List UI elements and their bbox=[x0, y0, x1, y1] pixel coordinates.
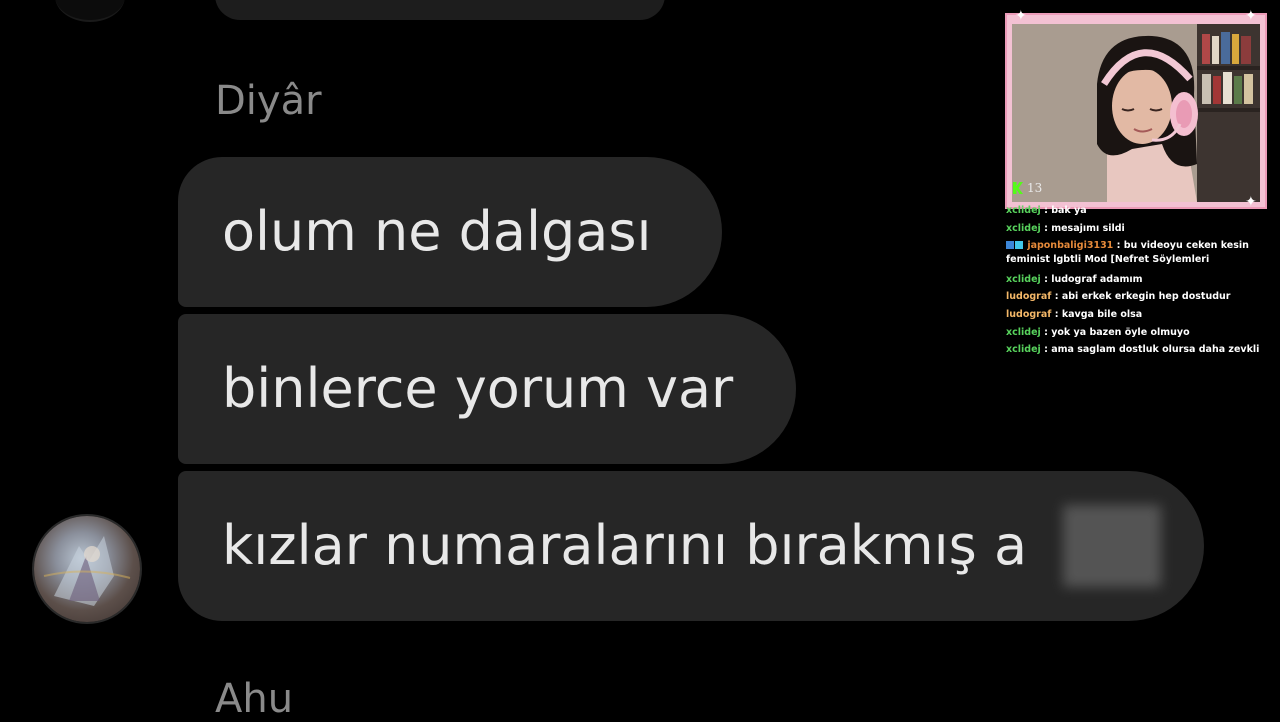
sender-name: Ahu bbox=[215, 676, 294, 722]
viewer-count-text: 13 bbox=[1027, 181, 1043, 195]
chat-message: xclidej : mesajımı sildi bbox=[1006, 223, 1125, 234]
chat-message: xclidej : ludograf adamım bbox=[1006, 274, 1143, 285]
sparkle-icon: ✦ bbox=[1245, 8, 1257, 24]
chat-text: abi erkek erkegin hep dostudur bbox=[1061, 291, 1231, 302]
badge-icon bbox=[1006, 241, 1014, 249]
badge-icon bbox=[1015, 241, 1023, 249]
message-text: olum ne dalgası bbox=[222, 200, 652, 263]
chat-text: ludograf adamım bbox=[1051, 274, 1143, 285]
stream-screen: Diyâr olum ne dalgası binlerce yorum var… bbox=[0, 0, 1280, 722]
chat-username[interactable]: xclidej bbox=[1006, 344, 1041, 355]
chat-text: yok ya bazen öyle olmuyo bbox=[1051, 327, 1190, 338]
previous-avatar bbox=[55, 0, 125, 22]
streamer-camera-image bbox=[1012, 24, 1260, 202]
viewer-count: 13 bbox=[1013, 181, 1042, 195]
message-bubble[interactable]: binlerce yorum var bbox=[178, 314, 796, 464]
kick-logo-icon bbox=[1013, 182, 1023, 194]
chat-username[interactable]: ludograf bbox=[1006, 309, 1051, 320]
chat-username[interactable]: xclidej bbox=[1006, 205, 1041, 216]
chat-username[interactable]: xclidej bbox=[1006, 327, 1041, 338]
chat-username[interactable]: xclidej bbox=[1006, 274, 1041, 285]
message-bubble[interactable]: kızlar numaralarını bırakmış a bbox=[178, 471, 1204, 621]
message-text: binlerce yorum var bbox=[222, 357, 734, 420]
avatar-art-icon bbox=[43, 536, 131, 606]
sender-name: Diyâr bbox=[215, 78, 322, 124]
chat-message: ludograf : abi erkek erkegin hep dostudu… bbox=[1006, 291, 1231, 302]
message-text: kızlar numaralarını bırakmış a bbox=[222, 514, 1028, 577]
chat-message: xclidej : yok ya bazen öyle olmuyo bbox=[1006, 327, 1190, 338]
chat-username[interactable]: ludograf bbox=[1006, 291, 1051, 302]
chat-username[interactable]: japonbaligi3131 bbox=[1027, 240, 1113, 251]
chat-message: xclidej : ama saglam dostluk olursa daha… bbox=[1006, 344, 1260, 355]
sparkle-icon: ✦ bbox=[1015, 8, 1027, 24]
chat-text: mesajımı sildi bbox=[1051, 223, 1125, 234]
chat-text: bak ya bbox=[1051, 205, 1087, 216]
chat-message: xclidej : bak ya bbox=[1006, 205, 1087, 216]
sparkle-icon: ✦ bbox=[1245, 194, 1257, 210]
chat-message: ludograf : kavga bile olsa bbox=[1006, 309, 1143, 320]
webcam-feed bbox=[1012, 24, 1260, 202]
previous-message-bubble bbox=[215, 0, 665, 20]
chat-username[interactable]: xclidej bbox=[1006, 223, 1041, 234]
chat-text: ama saglam dostluk olursa daha zevkli bbox=[1051, 344, 1260, 355]
censor-blur bbox=[1063, 505, 1161, 587]
message-bubble[interactable]: olum ne dalgası bbox=[178, 157, 722, 307]
chat-text: kavga bile olsa bbox=[1061, 309, 1143, 320]
chat-message: japonbaligi3131 : bu videoyu ceken kesin… bbox=[1006, 240, 1249, 265]
sender-avatar[interactable] bbox=[34, 516, 140, 622]
